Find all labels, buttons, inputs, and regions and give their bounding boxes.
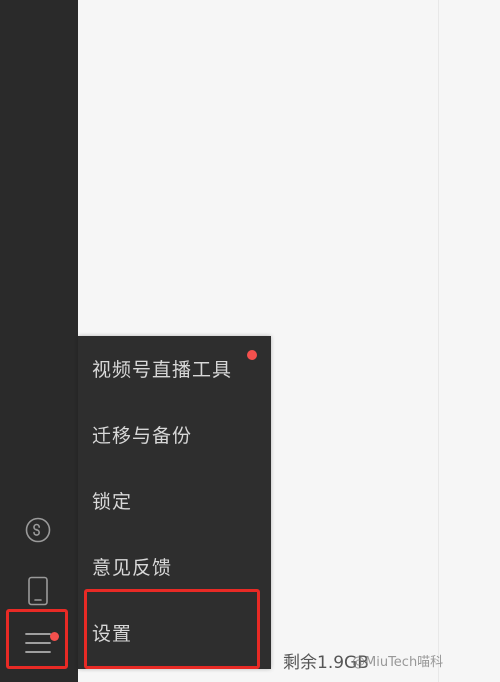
channels-live-badge-dot bbox=[247, 350, 257, 360]
menu-item-channels-live-tool[interactable]: 视频号直播工具 bbox=[78, 337, 271, 403]
menu-item-label: 锁定 bbox=[92, 491, 133, 513]
mini-program-icon[interactable] bbox=[22, 514, 54, 546]
wechat-window: 视频号直播工具 迁移与备份 锁定 意见反馈 设置 剩余1.9GB @MiuTec… bbox=[0, 0, 500, 682]
menu-item-label: 视频号直播工具 bbox=[92, 359, 233, 381]
menu-item-label: 迁移与备份 bbox=[92, 425, 193, 447]
phone-icon[interactable] bbox=[22, 575, 54, 607]
menu-badge-dot bbox=[50, 632, 59, 641]
settings-highlight-box bbox=[84, 589, 260, 669]
panel-divider bbox=[438, 0, 439, 682]
menu-item-label: 意见反馈 bbox=[92, 557, 173, 579]
watermark: @MiuTech喵科 bbox=[352, 655, 444, 670]
menu-item-migrate-backup[interactable]: 迁移与备份 bbox=[78, 403, 271, 469]
menu-item-lock[interactable]: 锁定 bbox=[78, 469, 271, 535]
phone-icon-graphic bbox=[28, 576, 48, 606]
left-sidebar bbox=[0, 0, 78, 682]
menu-button[interactable] bbox=[6, 609, 68, 669]
menu-icon bbox=[25, 633, 51, 653]
mini-program-icon-graphic bbox=[25, 517, 51, 543]
